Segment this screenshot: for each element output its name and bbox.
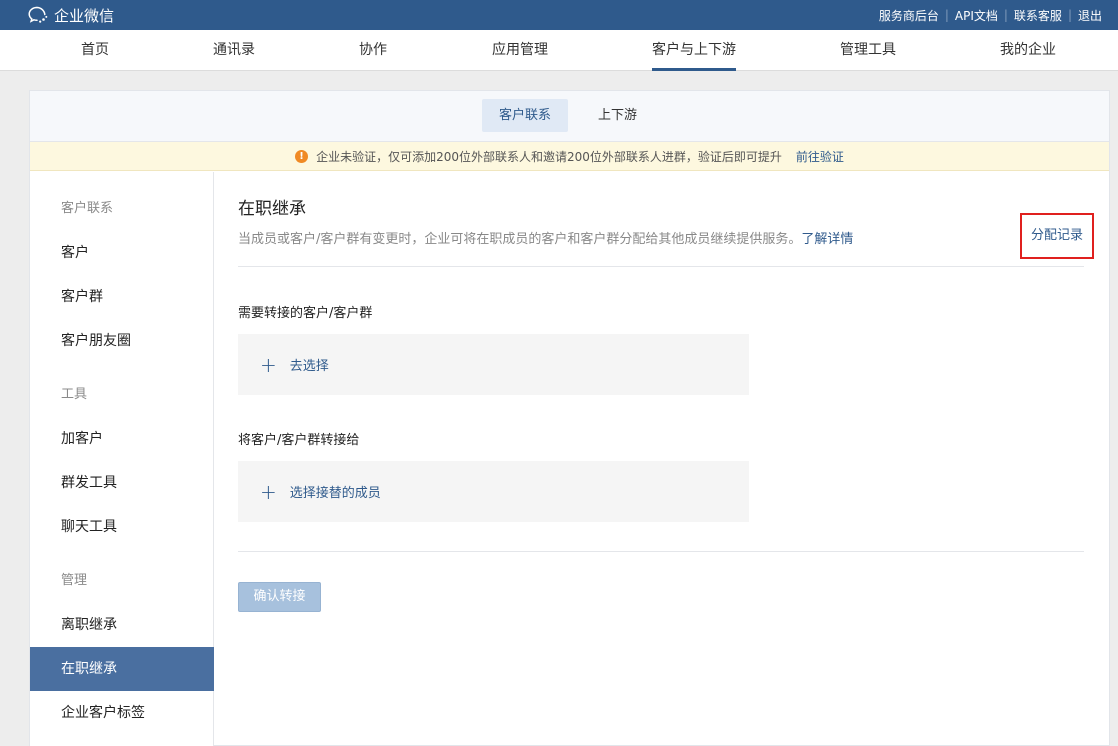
description-text: 当成员或客户/客户群有变更时，企业可将在职成员的客户和客户群分配给其他成员继续提… [238, 232, 802, 247]
logout-link[interactable]: 退出 [1072, 7, 1108, 24]
divider [238, 551, 1084, 552]
verification-notice: ! 企业未验证，仅可添加200位外部联系人和邀请200位外部联系人进群，验证后即… [30, 142, 1109, 171]
sidebar-item-resigned-inheritance[interactable]: 离职继承 [30, 603, 214, 647]
verify-link[interactable]: 前往验证 [796, 148, 844, 165]
sidebar-item-customer-tags[interactable]: 企业客户标签 [30, 691, 214, 735]
logo[interactable]: 企业微信 [28, 5, 114, 25]
sidebar-item-customers[interactable]: 客户 [30, 231, 214, 275]
main-nav: 首页 通讯录 协作 应用管理 客户与上下游 管理工具 我的企业 [0, 30, 1118, 71]
content-area: 在职继承 当成员或客户/客户群有变更时，企业可将在职成员的客户和客户群分配给其他… [238, 172, 1094, 746]
page-title: 在职继承 [238, 199, 306, 219]
notice-text: 企业未验证，仅可添加200位外部联系人和邀请200位外部联系人进群，验证后即可提… [316, 149, 782, 164]
sidebar-item-moments[interactable]: 客户朋友圈 [30, 319, 214, 363]
sidebar-group-title: 工具 [61, 387, 88, 402]
select-successor-label: 选择接替的成员 [289, 486, 381, 501]
nav-contacts[interactable]: 通讯录 [213, 30, 255, 71]
transfer-target-label: 将客户/客户群转接给 [238, 433, 360, 448]
app-name: 企业微信 [54, 6, 115, 25]
nav-app-management[interactable]: 应用管理 [492, 30, 548, 71]
sub-tabs: 客户联系 上下游 [30, 91, 1109, 142]
select-successor-button[interactable]: + 选择接替的成员 [238, 461, 749, 522]
nav-collaboration[interactable]: 协作 [359, 30, 387, 71]
tab-upstream-downstream[interactable]: 上下游 [581, 99, 654, 132]
main-card: 客户联系 上下游 ! 企业未验证，仅可添加200位外部联系人和邀请200位外部联… [29, 90, 1110, 746]
contact-support-link[interactable]: 联系客服 [1008, 7, 1068, 24]
nav-management-tools[interactable]: 管理工具 [840, 30, 896, 71]
assignment-record-link[interactable]: 分配记录 [1020, 213, 1094, 259]
api-docs-link[interactable]: API文档 [949, 7, 1004, 24]
tab-customer-contact[interactable]: 客户联系 [482, 99, 569, 132]
page-description: 当成员或客户/客户群有变更时，企业可将在职成员的客户和客户群分配给其他成员继续提… [238, 228, 853, 247]
nav-home[interactable]: 首页 [81, 30, 109, 71]
warning-icon: ! [295, 149, 309, 163]
plus-icon: + [260, 479, 277, 504]
divider [238, 266, 1084, 267]
sidebar-item-chat-tool[interactable]: 聊天工具 [30, 505, 214, 549]
top-links: 服务商后台 | API文档 | 联系客服 | 退出 [873, 0, 1108, 30]
top-bar: 企业微信 服务商后台 | API文档 | 联系客服 | 退出 [0, 0, 1118, 30]
sidebar-item-active-inheritance[interactable]: 在职继承 [30, 647, 214, 691]
transfer-source-label: 需要转接的客户/客户群 [238, 306, 373, 321]
plus-icon: + [260, 352, 277, 377]
nav-customers-upstream[interactable]: 客户与上下游 [652, 30, 736, 71]
sidebar-group-title: 管理 [61, 573, 88, 588]
sidebar: 客户联系 客户 客户群 客户朋友圈 工具 加客户 群发工具 聊天工具 管理 离职… [30, 172, 214, 746]
nav-my-enterprise[interactable]: 我的企业 [1000, 30, 1056, 71]
select-customers-label: 去选择 [289, 359, 329, 374]
sidebar-group-title: 客户联系 [61, 201, 114, 216]
provider-console-link[interactable]: 服务商后台 [873, 7, 945, 24]
wecom-logo-icon [28, 6, 48, 23]
select-customers-button[interactable]: + 去选择 [238, 334, 749, 395]
learn-more-link[interactable]: 了解详情 [801, 232, 853, 247]
sidebar-item-customer-groups[interactable]: 客户群 [30, 275, 214, 319]
confirm-transfer-button[interactable]: 确认转接 [238, 582, 321, 612]
sidebar-item-add-customers[interactable]: 加客户 [30, 417, 214, 461]
sidebar-item-broadcast-tool[interactable]: 群发工具 [30, 461, 214, 505]
